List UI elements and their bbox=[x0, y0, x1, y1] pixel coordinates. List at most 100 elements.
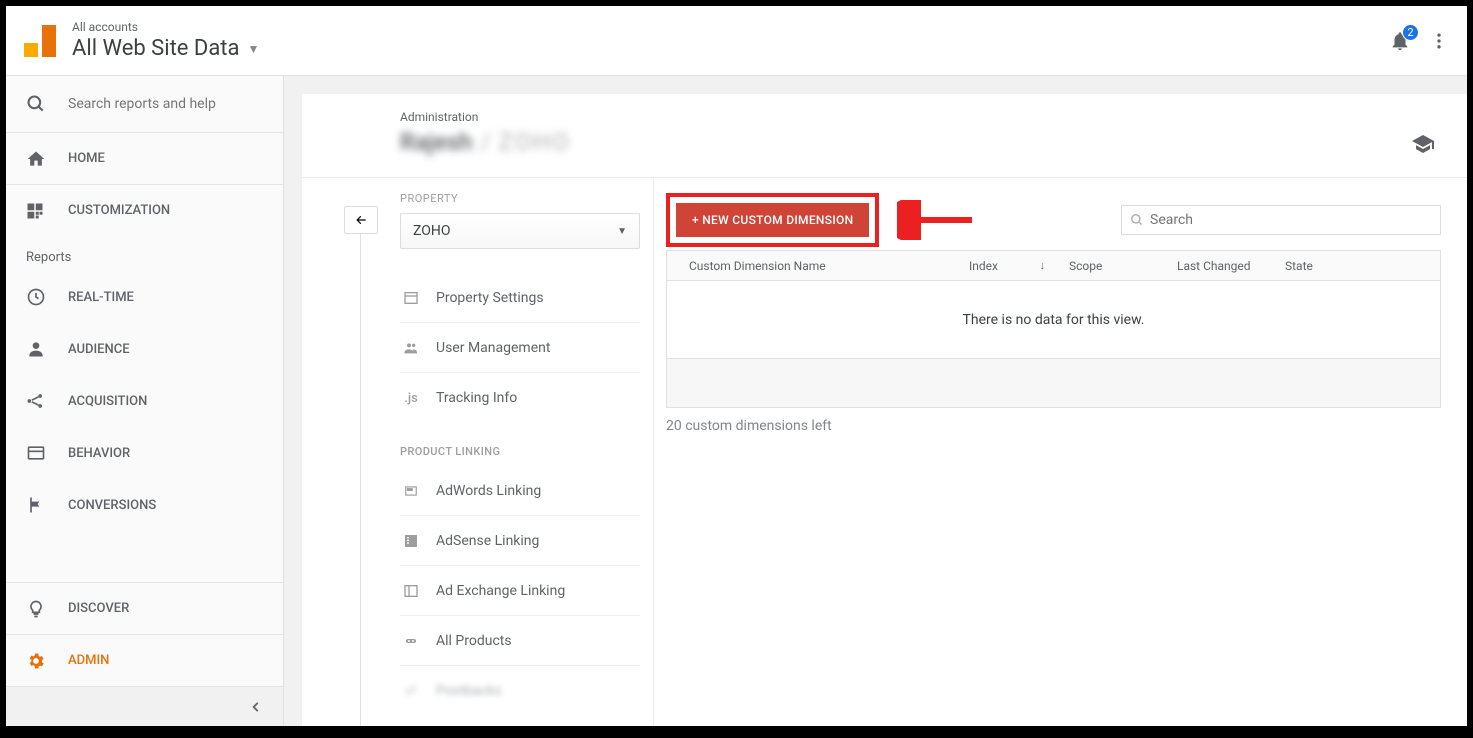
table-header: Custom Dimension Name Index ↓ Scope Last… bbox=[667, 251, 1440, 281]
settings-panel-icon bbox=[400, 290, 422, 306]
behavior-icon bbox=[26, 443, 46, 463]
nav-customization[interactable]: CUSTOMIZATION bbox=[6, 184, 283, 236]
adexchange-icon bbox=[400, 583, 422, 599]
new-custom-dimension-button[interactable]: + NEW CUSTOM DIMENSION bbox=[676, 203, 869, 237]
more-menu-button[interactable] bbox=[1429, 31, 1449, 51]
analytics-logo bbox=[24, 25, 56, 57]
customization-icon bbox=[26, 202, 46, 220]
nav-label: AUDIENCE bbox=[68, 342, 130, 357]
flag-icon bbox=[26, 495, 46, 515]
nav-label: DISCOVER bbox=[68, 601, 129, 616]
col-name[interactable]: Custom Dimension Name bbox=[667, 259, 957, 273]
item-label: AdWords Linking bbox=[436, 483, 541, 499]
nav-discover[interactable]: DISCOVER bbox=[6, 582, 283, 634]
product-linking-label: PRODUCT LINKING bbox=[400, 445, 640, 458]
search-input[interactable] bbox=[68, 96, 248, 112]
item-label: Tracking Info bbox=[436, 390, 517, 406]
notifications-button[interactable]: 2 bbox=[1389, 30, 1411, 52]
breadcrumb-property: ZOHO bbox=[499, 128, 571, 156]
item-label: Ad Exchange Linking bbox=[436, 583, 565, 599]
property-column: PROPERTY ZOHO ▼ Property Settings bbox=[302, 178, 654, 726]
admin-label: Administration bbox=[400, 110, 1467, 124]
user-management-link[interactable]: User Management bbox=[400, 323, 640, 373]
help-education-button[interactable] bbox=[1411, 132, 1435, 156]
acquisition-icon bbox=[26, 391, 46, 411]
search-icon bbox=[1130, 213, 1144, 227]
search-icon bbox=[26, 94, 46, 114]
all-products-link[interactable]: All Products bbox=[400, 616, 640, 666]
nav-label: HOME bbox=[68, 151, 105, 166]
breadcrumb-account: Rajesh bbox=[400, 128, 473, 156]
nav-conversions[interactable]: CONVERSIONS bbox=[6, 479, 283, 531]
caret-down-icon: ▼ bbox=[247, 42, 259, 56]
nav-label: CUSTOMIZATION bbox=[68, 203, 170, 218]
sidebar-collapse[interactable] bbox=[6, 686, 283, 726]
item-label: Postbacks bbox=[436, 683, 502, 699]
nav-label: BEHAVIOR bbox=[68, 446, 130, 461]
breadcrumb: Rajesh / ZOHO bbox=[400, 128, 1467, 156]
reports-section-label: Reports bbox=[6, 236, 283, 271]
adwords-icon bbox=[400, 483, 422, 499]
property-selected: ZOHO bbox=[413, 223, 450, 239]
adwords-linking-link[interactable]: AdWords Linking bbox=[400, 466, 640, 516]
dimensions-remaining: 20 custom dimensions left bbox=[666, 418, 1441, 434]
item-label: AdSense Linking bbox=[436, 533, 539, 549]
nav-label: CONVERSIONS bbox=[68, 498, 156, 513]
admin-header: Administration Rajesh / ZOHO bbox=[302, 94, 1467, 178]
col-state[interactable]: State bbox=[1273, 259, 1440, 273]
back-arrow-icon bbox=[352, 213, 370, 227]
adsense-icon bbox=[400, 533, 422, 549]
caret-down-icon: ▼ bbox=[617, 226, 627, 237]
nav-audience[interactable]: AUDIENCE bbox=[6, 323, 283, 375]
view-selector[interactable]: All Web Site Data ▼ bbox=[72, 36, 1389, 61]
col-scope[interactable]: Scope bbox=[1057, 259, 1165, 273]
item-label: All Products bbox=[436, 633, 512, 649]
tracking-info-link[interactable]: .js Tracking Info bbox=[400, 373, 640, 423]
col-changed[interactable]: Last Changed bbox=[1165, 259, 1273, 273]
main-column: + NEW CUSTOM DIMENSION Custom bbox=[654, 178, 1467, 726]
property-settings-link[interactable]: Property Settings bbox=[400, 273, 640, 323]
property-label: PROPERTY bbox=[400, 192, 643, 205]
postbacks-icon: ⇄ bbox=[400, 683, 422, 699]
js-icon: .js bbox=[400, 390, 422, 406]
nav-realtime[interactable]: REAL-TIME bbox=[6, 271, 283, 323]
graduation-cap-icon bbox=[1411, 132, 1435, 156]
link-icon bbox=[400, 633, 422, 649]
table-search-input[interactable] bbox=[1150, 212, 1432, 228]
postbacks-link[interactable]: ⇄ Postbacks bbox=[400, 666, 640, 716]
kebab-icon bbox=[1429, 31, 1449, 51]
table-footer bbox=[667, 359, 1440, 407]
adexchange-linking-link[interactable]: Ad Exchange Linking bbox=[400, 566, 640, 616]
property-selector[interactable]: ZOHO ▼ bbox=[400, 213, 640, 249]
notification-badge: 2 bbox=[1402, 24, 1419, 41]
dimensions-table: Custom Dimension Name Index ↓ Scope Last… bbox=[666, 250, 1441, 408]
sidebar-search[interactable] bbox=[6, 76, 283, 132]
accounts-label: All accounts bbox=[72, 20, 1389, 34]
bulb-icon bbox=[26, 599, 46, 619]
item-label: Property Settings bbox=[436, 290, 544, 306]
nav-admin[interactable]: ADMIN bbox=[6, 634, 283, 686]
nav-behavior[interactable]: BEHAVIOR bbox=[6, 427, 283, 479]
clock-icon bbox=[26, 287, 46, 307]
gear-icon bbox=[26, 651, 46, 671]
person-icon bbox=[26, 339, 46, 359]
table-search[interactable] bbox=[1121, 205, 1441, 235]
chevron-left-icon bbox=[249, 700, 263, 714]
users-icon bbox=[400, 340, 422, 356]
item-label: User Management bbox=[436, 340, 550, 356]
adsense-linking-link[interactable]: AdSense Linking bbox=[400, 516, 640, 566]
content-area: Administration Rajesh / ZOHO bbox=[284, 76, 1467, 726]
empty-state: There is no data for this view. bbox=[667, 281, 1440, 359]
back-button[interactable] bbox=[344, 206, 378, 234]
home-icon bbox=[26, 149, 46, 169]
sort-down-icon: ↓ bbox=[1040, 259, 1046, 272]
col-index[interactable]: Index ↓ bbox=[957, 259, 1057, 273]
nav-label: ACQUISITION bbox=[68, 394, 147, 409]
app-header: All accounts All Web Site Data ▼ 2 bbox=[6, 6, 1467, 76]
annotation-arrow bbox=[897, 200, 977, 240]
new-button-highlight: + NEW CUSTOM DIMENSION bbox=[666, 193, 879, 247]
nav-home[interactable]: HOME bbox=[6, 132, 283, 184]
left-sidebar: HOME CUSTOMIZATION Reports REAL-TIME AUD… bbox=[6, 76, 284, 726]
nav-acquisition[interactable]: ACQUISITION bbox=[6, 375, 283, 427]
nav-label: ADMIN bbox=[68, 653, 109, 668]
